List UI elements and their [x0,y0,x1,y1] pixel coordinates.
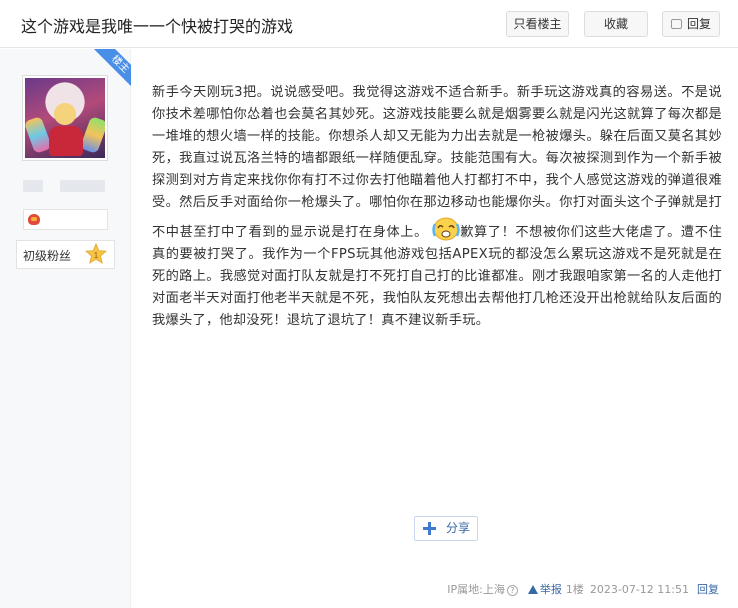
username-blur-prefix [23,180,43,192]
username-blur[interactable] [60,180,105,192]
share-button[interactable]: 分享 [414,516,478,541]
reply-button-label: 回复 [686,17,711,31]
comment-icon [670,19,682,29]
star-icon: 1 [85,243,107,264]
author-sidebar: 楼主 初级粉丝 1 [0,49,131,608]
help-icon[interactable]: ? [506,585,518,596]
level-badge[interactable]: 初级粉丝 1 [16,240,115,269]
floor-number: 1楼 [565,583,584,596]
share-icon [423,522,436,535]
post-footer: IP属地:上海? 举报 1楼 2023-07-12 11:51 回复 [443,581,719,597]
avatar-frame[interactable] [22,75,108,161]
favorite-button[interactable]: 收藏 [584,11,648,37]
only-op-button[interactable]: 只看楼主 [506,11,569,37]
post-body: 新手今天刚玩3把。说说感受吧。我觉得这游戏不适合新手。新手玩这游戏真的容易送。不… [152,82,722,332]
ip-location: IP属地:上海 [447,583,505,596]
avatar[interactable] [25,78,105,158]
report-icon[interactable] [527,585,538,594]
level-number: 1 [94,251,99,260]
page-title: 这个游戏是我唯一一个快被打哭的游戏 [21,17,294,36]
crying-face-icon [432,217,460,241]
report-link[interactable]: 举报 [540,583,562,596]
user-badge[interactable] [23,209,108,230]
avatar-dress [49,126,83,156]
post-content: 新手今天刚玩3把。说说感受吧。我觉得这游戏不适合新手。新手玩这游戏真的容易送。不… [152,82,722,332]
post-header: 这个游戏是我唯一一个快被打哭的游戏 只看楼主 收藏 回复 [0,0,738,48]
gamepad-icon [28,214,40,225]
share-label: 分享 [446,521,471,535]
post-timestamp: 2023-07-12 11:51 [589,583,689,596]
reply-button[interactable]: 回复 [662,11,720,37]
avatar-wing-right [79,115,105,155]
reply-link[interactable]: 回复 [697,583,719,596]
level-label: 初级粉丝 [23,249,72,263]
